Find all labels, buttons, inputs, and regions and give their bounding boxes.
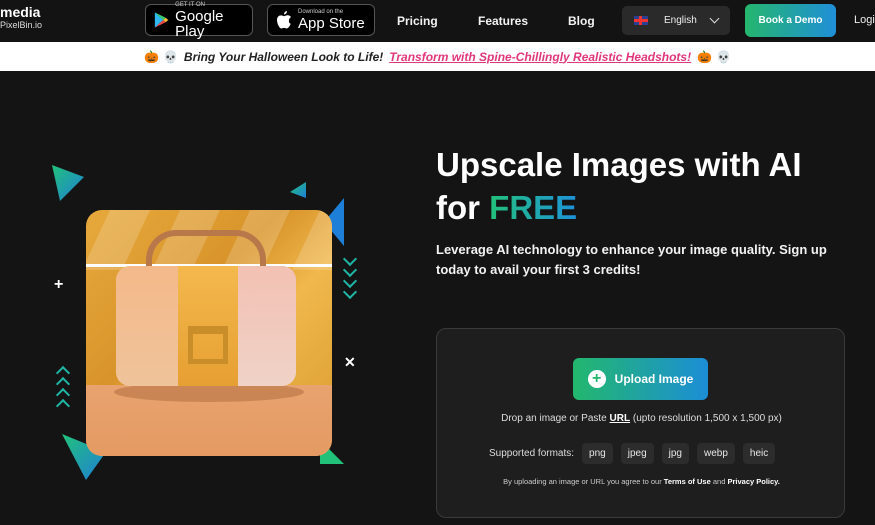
banner-link[interactable]: Transform with Spine-Chillingly Realisti… <box>389 50 691 64</box>
top-nav: media PixelBin.io GET IT ON Google Play … <box>0 0 875 42</box>
google-play-icon <box>154 12 169 28</box>
page-title: Upscale Images with AI for FREE <box>436 144 856 230</box>
privacy-policy-link[interactable]: Privacy Policy. <box>727 477 779 486</box>
google-play-small: GET IT ON <box>175 1 205 8</box>
terms-prefix: By uploading an image or URL you agree t… <box>503 477 662 486</box>
decor-triangle-icon <box>52 165 84 201</box>
language-label: English <box>664 15 697 26</box>
logo[interactable]: media PixelBin.io <box>0 5 42 30</box>
upload-card[interactable]: + Upload Image Drop an image or Paste UR… <box>436 328 845 518</box>
hero-subtitle: Leverage AI technology to enhance your i… <box>436 242 827 277</box>
plus-circle-icon: + <box>587 370 606 388</box>
decor-triangle-icon <box>290 182 306 198</box>
terms-and: and <box>712 477 726 486</box>
skull-icon: 💀 <box>716 49 731 64</box>
nav-link-blog[interactable]: Blog <box>568 14 595 28</box>
pumpkin-icon: 🎃 <box>697 49 713 64</box>
google-play-label: Google Play <box>175 7 224 40</box>
app-store-button[interactable]: Download on the App Store <box>267 4 375 36</box>
pumpkin-icon: 🎃 <box>144 49 159 64</box>
upload-button-label: Upload Image <box>614 372 694 386</box>
drop-prefix: Drop an image or Paste <box>501 413 607 424</box>
language-selector[interactable]: English <box>622 6 730 35</box>
format-chip-heic: heic <box>742 443 776 464</box>
terms-of-use-link[interactable]: Terms of Use <box>664 477 711 486</box>
logo-subtext: PixelBin.io <box>0 20 43 30</box>
nav-link-features[interactable]: Features <box>478 14 528 28</box>
title-free: FREE <box>489 188 578 226</box>
book-demo-button[interactable]: Book a Demo <box>745 4 836 37</box>
terms-notice: By uploading an image or URL you agree t… <box>437 477 846 486</box>
format-chip-jpg: jpg <box>661 443 689 464</box>
format-chip-png: png <box>582 443 613 464</box>
close-decor-icon: ✕ <box>344 354 356 370</box>
chevron-down-icon <box>709 13 720 24</box>
paste-url-link[interactable]: URL <box>610 413 631 424</box>
format-chip-jpeg: jpeg <box>620 443 654 464</box>
supported-formats: Supported formats: png jpeg jpg webp hei… <box>489 443 783 464</box>
drop-instructions: Drop an image or Paste URL (upto resolut… <box>437 413 846 424</box>
title-line1: Upscale Images with AI <box>436 146 802 183</box>
apple-icon <box>277 11 291 29</box>
chevrons-decor-icon <box>55 365 71 414</box>
login-link[interactable]: Login <box>854 14 875 26</box>
app-store-label: App Store <box>298 15 365 32</box>
drop-suffix: (upto resolution 1,500 x 1,500 px) <box>632 413 782 424</box>
banner-text: Bring Your Halloween Look to Life! <box>183 49 384 64</box>
formats-label: Supported formats: <box>489 448 575 459</box>
chevrons-decor-icon <box>342 251 358 300</box>
google-play-button[interactable]: GET IT ON Google Play <box>145 1 253 40</box>
sample-upscaled-image <box>86 210 332 456</box>
title-for: for <box>436 188 480 226</box>
uk-flag-icon <box>634 16 648 25</box>
logo-text: media <box>0 4 41 20</box>
upload-image-button[interactable]: + Upload Image <box>573 358 708 400</box>
plus-decor-icon: + <box>54 276 64 293</box>
skull-icon: 💀 <box>162 49 178 64</box>
nav-link-pricing[interactable]: Pricing <box>397 14 438 28</box>
format-chip-webp: webp <box>697 443 735 464</box>
halloween-banner: 🎃 💀 Bring Your Halloween Look to Life! T… <box>0 42 875 71</box>
